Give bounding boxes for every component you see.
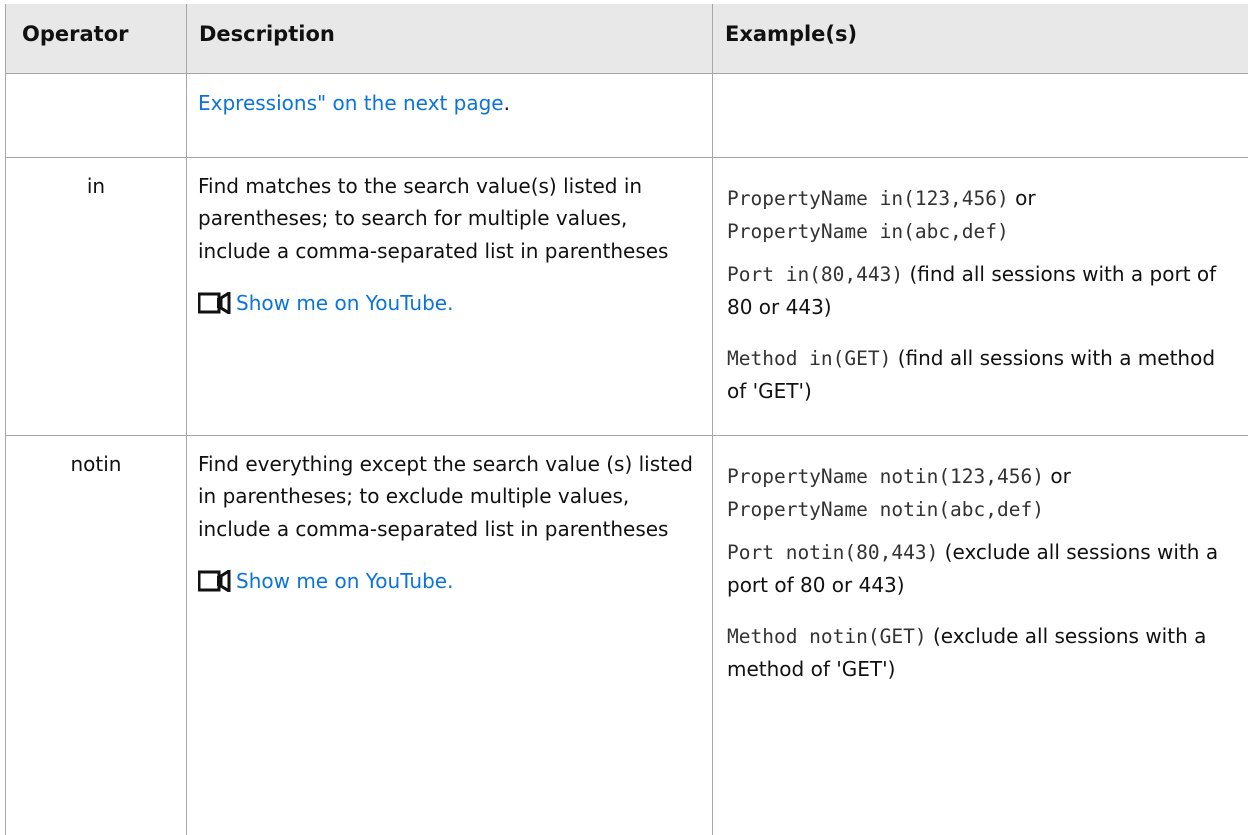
table-row: notin Find everything except the search … (6, 435, 1248, 835)
operator-cell: in (6, 157, 187, 435)
video-link-line[interactable]: Show me on YouTube. (198, 287, 702, 320)
show-me-on-youtube-link[interactable]: Show me on YouTube. (236, 287, 453, 320)
example-item: PropertyName in(123,456) or PropertyName… (727, 182, 1239, 249)
description-cell: Find everything except the search value … (187, 435, 713, 835)
operator-description: Find matches to the search value(s) list… (198, 170, 702, 268)
table-row: in Find matches to the search value(s) l… (6, 157, 1248, 435)
description-cell: Expressions" on the next page. (187, 73, 713, 157)
operator-column-header: Operator (6, 4, 187, 73)
example-code: Method in(GET) (727, 347, 891, 370)
examples-cell (713, 73, 1248, 157)
example-text: or (1009, 186, 1036, 210)
example-text: or (1044, 464, 1071, 488)
examples-cell: PropertyName notin(123,456) or PropertyN… (713, 435, 1248, 835)
example-code: PropertyName notin(abc,def) (727, 498, 1044, 521)
table-header-row: Operator Description Example(s) (6, 4, 1248, 73)
example-item: Method notin(GET) (exclude all sessions … (727, 620, 1239, 686)
operator-cell (6, 73, 187, 157)
operators-table: Operator Description Example(s) Expressi… (5, 4, 1248, 835)
example-code: PropertyName in(123,456) (727, 187, 1009, 210)
description-cell: Find matches to the search value(s) list… (187, 157, 713, 435)
video-link-line[interactable]: Show me on YouTube. (198, 565, 702, 598)
operator-description: Find everything except the search value … (198, 448, 702, 546)
expressions-link[interactable]: Expressions" on the next page (198, 91, 504, 115)
show-me-on-youtube-link[interactable]: Show me on YouTube. (236, 565, 453, 598)
video-camera-icon (198, 291, 232, 313)
description-column-header: Description (187, 4, 713, 73)
example-code: PropertyName notin(123,456) (727, 465, 1044, 488)
example-item: Method in(GET) (find all sessions with a… (727, 342, 1239, 408)
table-row: Expressions" on the next page. (6, 73, 1248, 157)
examples-cell: PropertyName in(123,456) or PropertyName… (713, 157, 1248, 435)
operator-cell: notin (6, 435, 187, 835)
example-item: PropertyName notin(123,456) or PropertyN… (727, 460, 1239, 527)
example-code: Port notin(80,443) (727, 541, 938, 564)
examples-column-header: Example(s) (713, 4, 1248, 73)
example-item: Port notin(80,443) (exclude all sessions… (727, 536, 1239, 602)
example-code: PropertyName in(abc,def) (727, 220, 1009, 243)
example-code: Port in(80,443) (727, 263, 903, 286)
description-suffix: . (504, 91, 510, 115)
video-camera-icon (198, 569, 232, 591)
example-item: Port in(80,443) (find all sessions with … (727, 258, 1239, 324)
example-code: Method notin(GET) (727, 625, 927, 648)
